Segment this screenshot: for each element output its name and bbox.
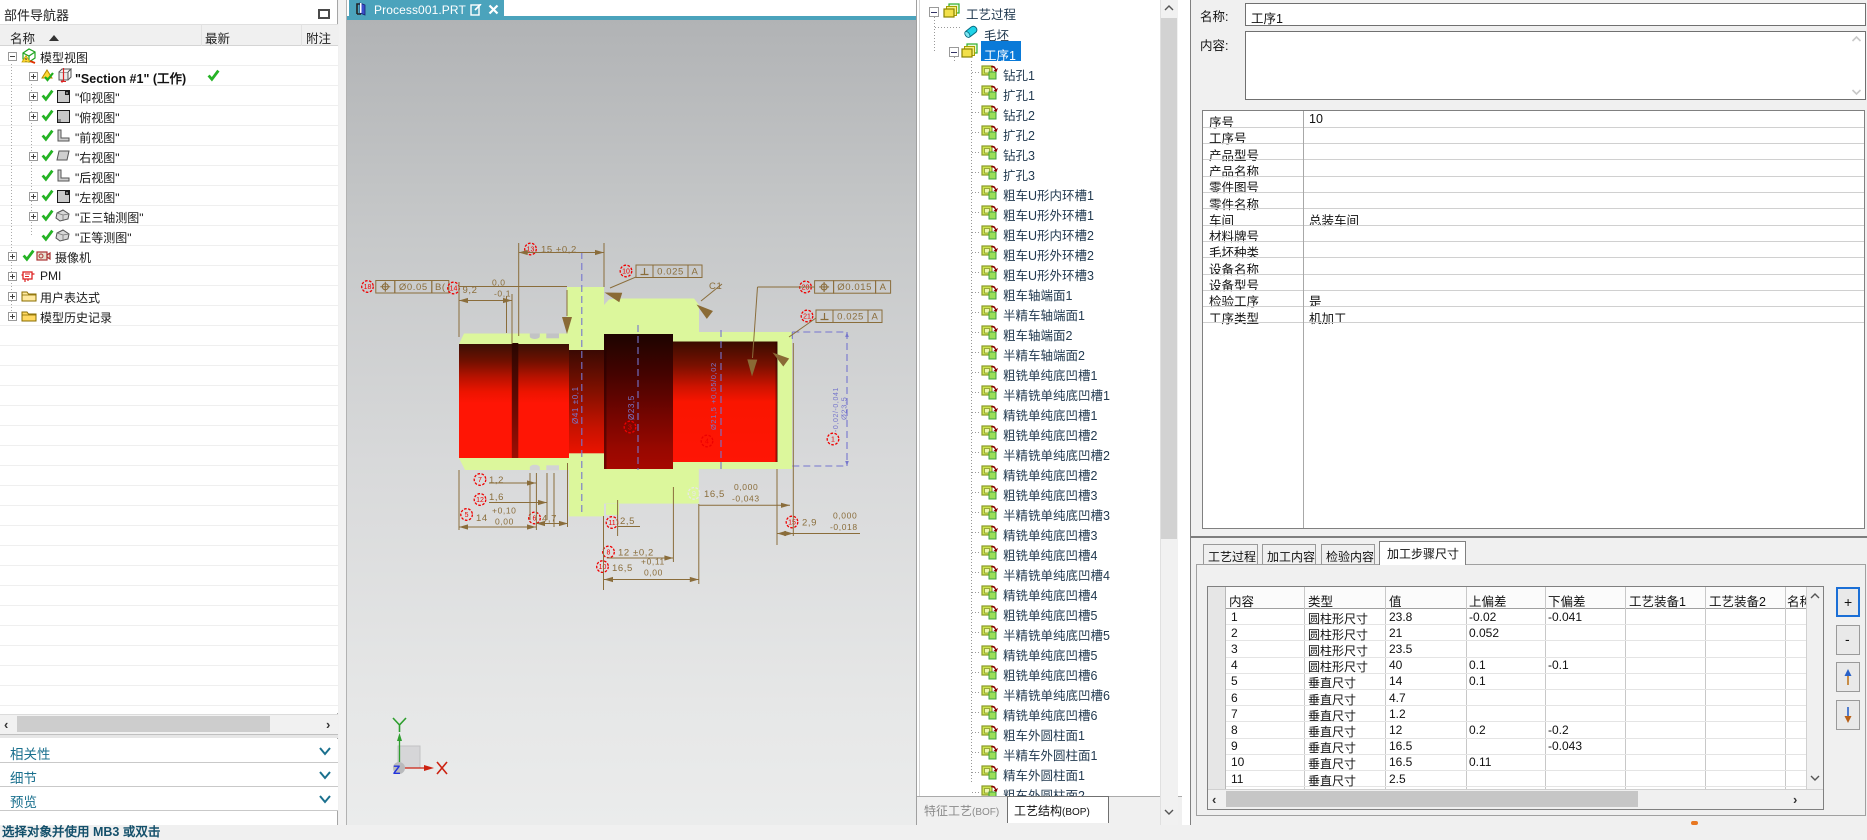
svg-text:2,9: 2,9 [802, 518, 817, 529]
svg-text:-0,043: -0,043 [732, 494, 760, 504]
svg-text:A: A [692, 267, 699, 278]
svg-text:Ø23,5: Ø23,5 [627, 395, 636, 420]
svg-text:C1: C1 [709, 281, 722, 292]
svg-text:B(: B( [435, 282, 446, 293]
svg-text:2,5: 2,5 [620, 516, 635, 527]
svg-text:14: 14 [476, 513, 488, 524]
svg-text:10: 10 [622, 269, 630, 276]
svg-text:15 ±0,2: 15 ±0,2 [541, 245, 577, 256]
svg-text:0.025: 0.025 [837, 312, 864, 323]
svg-text:11: 11 [608, 520, 615, 527]
svg-text:14: 14 [450, 286, 458, 293]
svg-text:A: A [880, 282, 887, 293]
svg-text:4: 4 [705, 439, 709, 446]
svg-text:Ø0.015: Ø0.015 [837, 282, 872, 293]
svg-text:0,00: 0,00 [644, 568, 663, 578]
svg-text:0,000: 0,000 [734, 482, 758, 492]
svg-text:10: 10 [599, 564, 607, 571]
svg-text:+0,10: +0,10 [492, 506, 517, 516]
svg-text:0.025: 0.025 [657, 267, 684, 278]
svg-text:1,6: 1,6 [489, 492, 504, 503]
svg-text:0,00: 0,00 [495, 517, 514, 527]
svg-text:1,2: 1,2 [489, 475, 504, 486]
svg-text:-0,1: -0,1 [494, 289, 511, 299]
svg-text:Z: Z [393, 763, 400, 777]
svg-text:16,5: 16,5 [612, 563, 633, 574]
svg-text:Ø0.05: Ø0.05 [399, 282, 428, 293]
svg-text:16,5: 16,5 [704, 489, 725, 500]
svg-text:20: 20 [802, 285, 810, 292]
svg-text:7: 7 [478, 477, 482, 484]
svg-text:Ø41 ±0,1: Ø41 ±0,1 [571, 386, 580, 424]
svg-text:A: A [872, 312, 879, 323]
svg-text:18: 18 [364, 284, 372, 291]
svg-text:15: 15 [788, 520, 796, 527]
svg-text:21: 21 [803, 314, 811, 321]
svg-text:-0,018: -0,018 [830, 522, 858, 532]
svg-text:3: 3 [628, 425, 632, 432]
svg-text:8: 8 [607, 550, 611, 557]
svg-text:0,000: 0,000 [833, 511, 857, 521]
svg-text:12: 12 [476, 497, 484, 504]
svg-text:Ø23,5: Ø23,5 [840, 397, 849, 420]
svg-text:1: 1 [831, 437, 835, 444]
svg-text:9: 9 [692, 491, 696, 498]
svg-text:5: 5 [465, 512, 469, 519]
svg-text:Ø21,5 +0,05/0,02: Ø21,5 +0,05/0,02 [709, 362, 718, 430]
svg-text:+0,11: +0,11 [641, 557, 665, 567]
